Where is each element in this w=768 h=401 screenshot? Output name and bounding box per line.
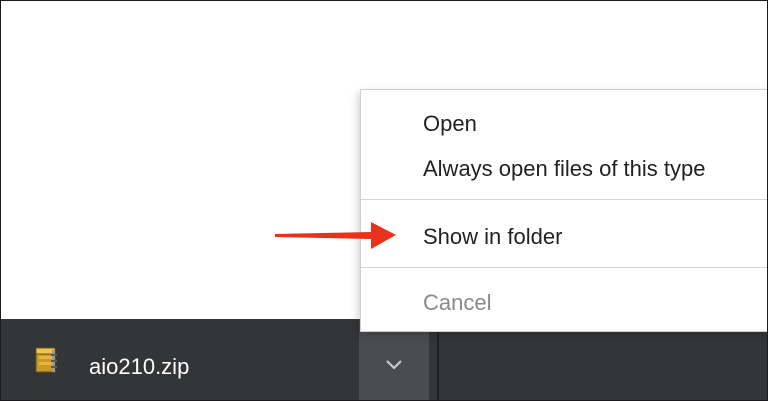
menu-item-cancel: Cancel [423,290,492,315]
menu-item-show-in-folder[interactable]: Show in folder [361,214,768,258]
download-item[interactable]: aio210.zip [1,319,359,400]
menu-separator [361,267,768,268]
download-file-name: aio210.zip [89,354,190,379]
chevron-down-icon [386,360,402,370]
shelf-divider [437,327,439,400]
menu-item-always-open[interactable]: Always open files of this type [361,146,768,190]
menu-item-open[interactable]: Open [361,101,768,145]
menu-separator [361,199,768,200]
archive-file-icon [35,346,59,374]
annotation-arrow-icon [275,222,396,249]
download-context-menu: Open Always open files of this type Show… [360,89,768,332]
